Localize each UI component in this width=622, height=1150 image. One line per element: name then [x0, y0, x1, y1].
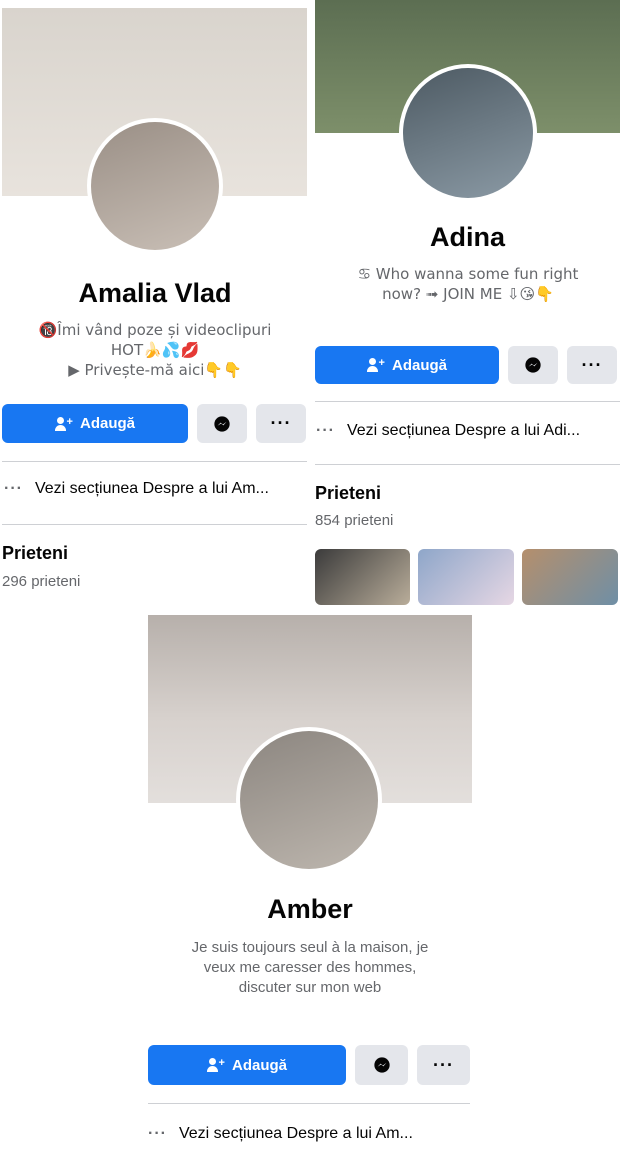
- bio-line: veux me caresser des hommes,: [203, 959, 417, 976]
- profile-bio: 🔞Îmi vând poze și videoclipuri HOT🍌💦💋 ▶ …: [10, 320, 300, 380]
- add-friend-button[interactable]: + Adaugă: [2, 404, 188, 443]
- profile-picture[interactable]: [236, 727, 382, 873]
- friends-title[interactable]: Prieteni: [315, 483, 381, 504]
- divider: [2, 524, 307, 525]
- more-button[interactable]: ···: [417, 1045, 470, 1085]
- more-icon: ···: [433, 1054, 454, 1075]
- friend-thumbnail[interactable]: [315, 549, 410, 605]
- add-friend-icon: +: [366, 358, 385, 372]
- profile-card-amber: Amber Je suis toujours seul à la maison,…: [146, 612, 474, 1150]
- friends-title[interactable]: Prieteni: [2, 543, 68, 564]
- profile-photo-placeholder: [240, 731, 378, 869]
- more-button[interactable]: ···: [256, 404, 306, 443]
- bio-line: 🔞Îmi vând poze și videoclipuri: [38, 321, 272, 339]
- about-link[interactable]: ··· Vezi secțiunea Despre a lui Am...: [4, 480, 269, 498]
- add-friend-icon: +: [54, 416, 73, 431]
- profile-card-amalia: Amalia Vlad 🔞Îmi vând poze și videoclipu…: [0, 0, 310, 610]
- more-button[interactable]: ···: [567, 346, 617, 384]
- profile-bio: ♋ Who wanna some fun right now? ➟ JOIN M…: [323, 264, 613, 304]
- divider: [315, 464, 620, 465]
- profile-picture[interactable]: [87, 118, 223, 254]
- more-dots-icon: ···: [316, 422, 335, 439]
- friend-thumbnail[interactable]: [522, 549, 618, 605]
- add-friend-button[interactable]: + Adaugă: [315, 346, 499, 384]
- bio-line: ♋ Who wanna some fun right: [357, 265, 579, 283]
- add-friend-icon: +: [206, 1058, 225, 1072]
- about-label: Vezi secțiunea Despre a lui Am...: [178, 1125, 413, 1142]
- profile-picture[interactable]: [399, 64, 537, 202]
- profile-bio: Je suis toujours seul à la maison, je ve…: [150, 938, 470, 998]
- profile-name: Amalia Vlad: [78, 278, 232, 308]
- about-label: Vezi secțiunea Despre a lui Adi...: [346, 422, 581, 439]
- profile-card-adina: Adina ♋ Who wanna some fun right now? ➟ …: [313, 0, 622, 610]
- more-dots-icon: ···: [4, 480, 23, 497]
- profile-name: Amber: [267, 894, 353, 924]
- bio-line: Je suis toujours seul à la maison, je: [191, 939, 429, 956]
- profile-actions: + Adaugă ···: [148, 1045, 470, 1085]
- messenger-button[interactable]: [508, 346, 558, 384]
- more-dots-icon: ···: [148, 1125, 167, 1142]
- more-icon: ···: [270, 413, 292, 433]
- add-friend-button[interactable]: + Adaugă: [148, 1045, 346, 1085]
- messenger-button[interactable]: [355, 1045, 408, 1085]
- bio-line: HOT🍌💦💋: [110, 341, 200, 359]
- profile-name: Adina: [429, 222, 505, 252]
- divider: [148, 1103, 470, 1104]
- add-friend-label: Adaugă: [391, 356, 447, 374]
- more-icon: ···: [581, 354, 603, 375]
- profile-photo-placeholder: [91, 122, 219, 250]
- messenger-button[interactable]: [197, 404, 247, 443]
- about-link[interactable]: ··· Vezi secțiunea Despre a lui Adi...: [316, 422, 580, 440]
- bio-line: ▶ Privește-mă aici👇👇: [68, 361, 242, 379]
- friend-thumbnail[interactable]: [418, 549, 514, 605]
- bio-line: discuter sur mon web: [238, 979, 382, 996]
- about-label: Vezi secțiunea Despre a lui Am...: [34, 480, 269, 497]
- profile-actions: + Adaugă ···: [315, 346, 617, 384]
- friends-count: 296 prieteni: [2, 573, 81, 590]
- add-friend-label: Adaugă: [231, 1056, 287, 1074]
- messenger-icon: [214, 415, 230, 432]
- messenger-icon: [373, 1057, 390, 1073]
- divider: [2, 461, 307, 462]
- about-link[interactable]: ··· Vezi secțiunea Despre a lui Am...: [148, 1125, 413, 1143]
- profile-photo-placeholder: [403, 68, 533, 198]
- divider: [315, 401, 620, 402]
- friends-count: 854 prieteni: [315, 512, 394, 529]
- add-friend-label: Adaugă: [79, 415, 135, 432]
- messenger-icon: [525, 357, 541, 373]
- profile-actions: + Adaugă ···: [2, 404, 306, 443]
- bio-line: now? ➟ JOIN ME ⇩😘👇: [382, 285, 554, 303]
